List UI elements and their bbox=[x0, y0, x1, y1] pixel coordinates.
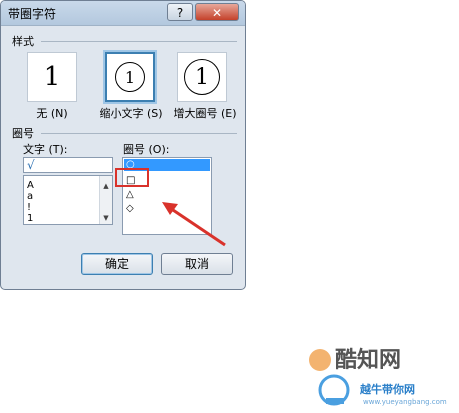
annotation-box bbox=[115, 168, 149, 187]
watermark-sub: 越牛带你网 bbox=[360, 383, 415, 396]
annotation-arrow-line bbox=[169, 206, 226, 247]
watermark-brand: 酷知网 bbox=[335, 348, 402, 373]
watermark-url: www.yueyangbang.com bbox=[363, 398, 447, 406]
